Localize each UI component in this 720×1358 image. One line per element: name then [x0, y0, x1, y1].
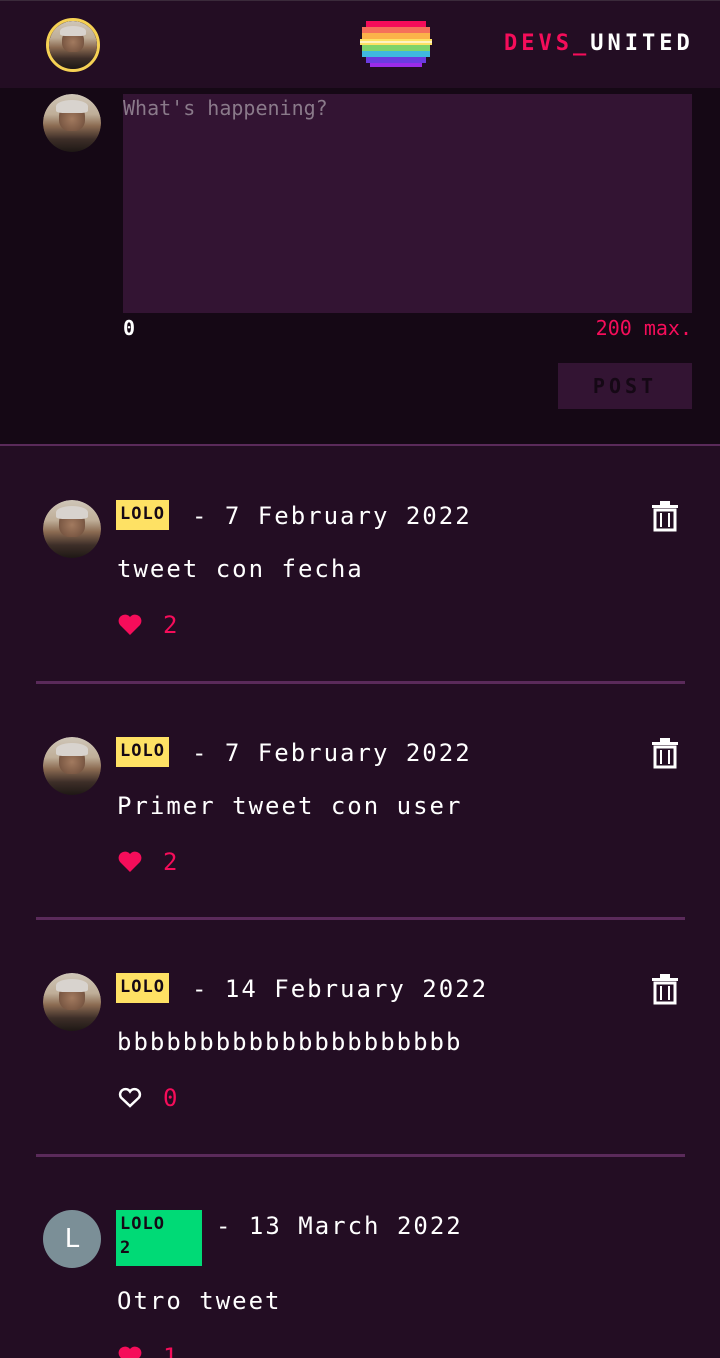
username-tag[interactable]: LOLO [116, 973, 169, 1003]
rainbow-logo-icon [360, 21, 432, 67]
tweet-avatar[interactable] [43, 737, 101, 795]
composer-separator [0, 444, 720, 446]
post-button[interactable]: POST [558, 363, 692, 409]
like-control[interactable]: 2 [117, 611, 177, 639]
tweet-text: Primer tweet con user [117, 792, 463, 820]
tweet-item: LOLO - 14 February 2022 bbbbbbbbbbbbbbbb… [0, 920, 720, 1157]
like-control[interactable]: 0 [117, 1084, 177, 1112]
tweet-item: LOLO - 7 February 2022 Primer tweet con … [0, 684, 720, 921]
tweet-item: LOLO - 7 February 2022 tweet con fecha 2 [0, 447, 720, 684]
tweet-date: - 14 February 2022 [192, 975, 489, 1003]
like-control[interactable]: 2 [117, 848, 177, 876]
tweet-item: L LOLO 2 - 13 March 2022 Otro tweet 1 [0, 1157, 720, 1358]
tweet-composer: 0 200 max. POST [0, 88, 720, 444]
like-control[interactable]: 1 [117, 1343, 177, 1358]
heart-filled-icon[interactable] [117, 1345, 143, 1358]
brand-part-1: DEVS_ [504, 31, 591, 56]
like-count: 1 [163, 1343, 178, 1358]
username-tag[interactable]: LOLO [116, 737, 169, 767]
heart-filled-icon[interactable] [117, 850, 143, 874]
like-count: 2 [163, 848, 178, 876]
composer-avatar [43, 94, 101, 152]
tweet-text: bbbbbbbbbbbbbbbbbbbbb [117, 1028, 463, 1056]
tweet-date: - 13 March 2022 [216, 1212, 463, 1240]
tweet-date: - 7 February 2022 [192, 502, 472, 530]
heart-outline-icon[interactable] [117, 1086, 143, 1110]
tweet-avatar[interactable]: L [43, 1210, 101, 1268]
tweet-input[interactable] [123, 94, 692, 313]
char-count: 0 [123, 316, 136, 340]
top-bar: DEVS_UNITED [0, 0, 720, 88]
tweet-text: Otro tweet [117, 1287, 282, 1315]
like-count: 0 [163, 1084, 178, 1112]
username-tag[interactable]: LOLO [116, 500, 169, 530]
tweet-avatar[interactable] [43, 500, 101, 558]
profile-avatar[interactable] [46, 18, 100, 72]
username-line-1: LOLO [120, 1214, 165, 1234]
trash-icon[interactable] [648, 972, 682, 1006]
brand-part-2: UNITED [590, 31, 694, 56]
tweet-date: - 7 February 2022 [192, 739, 472, 767]
heart-filled-icon[interactable] [117, 613, 143, 637]
tweet-avatar[interactable] [43, 973, 101, 1031]
brand-title: DEVS_UNITED [504, 31, 694, 56]
username-tag[interactable]: LOLO 2 [116, 1210, 202, 1266]
username-line-2: 2 [120, 1238, 132, 1258]
tweet-text: tweet con fecha [117, 555, 364, 583]
char-max-label: 200 max. [595, 316, 692, 340]
trash-icon[interactable] [648, 736, 682, 770]
trash-icon[interactable] [648, 499, 682, 533]
like-count: 2 [163, 611, 178, 639]
